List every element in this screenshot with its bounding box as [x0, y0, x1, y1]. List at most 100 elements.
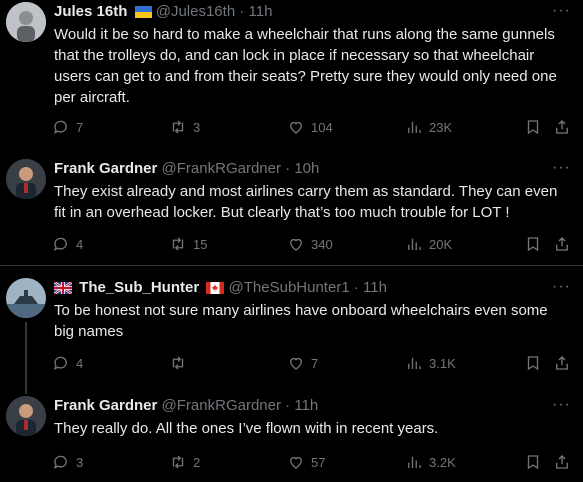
separator: · — [285, 160, 291, 177]
reply-count: 7 — [76, 119, 84, 135]
reply-icon — [53, 120, 67, 134]
reply-button[interactable]: 7 — [52, 117, 83, 137]
views-button[interactable]: 20K — [405, 234, 452, 254]
reply-icon — [53, 455, 67, 469]
share-icon — [556, 237, 568, 251]
retweet-icon — [172, 120, 184, 134]
display-name[interactable]: The_Sub_Hunter — [79, 279, 199, 296]
reply-count: 3 — [76, 454, 84, 470]
share-button[interactable] — [553, 353, 571, 373]
handle[interactable]: @Jules16th — [156, 3, 235, 20]
share-button[interactable] — [553, 234, 571, 254]
views-button[interactable]: 23K — [405, 117, 452, 137]
ukraine-flag-icon — [134, 4, 152, 24]
separator: · — [239, 3, 245, 20]
timestamp[interactable]: 10h — [294, 160, 319, 177]
views-count: 3.2K — [429, 454, 456, 470]
bookmark-button[interactable] — [524, 452, 542, 472]
more-options-button[interactable]: ··· — [552, 2, 571, 20]
like-count: 340 — [311, 236, 333, 252]
bookmark-button[interactable] — [524, 117, 542, 137]
tweet-text: Would it be so hard to make a wheelchair… — [54, 26, 557, 106]
retweet-count: 3 — [193, 119, 201, 135]
reply-button[interactable]: 4 — [52, 234, 83, 254]
reply-icon — [53, 237, 67, 251]
more-options-button[interactable]: ··· — [552, 159, 571, 177]
avatar[interactable] — [6, 159, 46, 199]
like-count: 7 — [311, 355, 319, 371]
retweet-count: 15 — [193, 236, 208, 252]
retweet-button[interactable]: 3 — [169, 117, 200, 137]
display-name[interactable]: Frank Gardner — [54, 160, 157, 177]
bookmark-icon — [527, 237, 539, 252]
like-icon — [290, 357, 302, 370]
canada-flag-icon — [206, 280, 225, 300]
separator: · — [353, 279, 359, 296]
avatar[interactable] — [6, 278, 46, 318]
handle[interactable]: @TheSubHunter1 — [229, 279, 350, 296]
handle[interactable]: @FrankRGardner — [162, 160, 281, 177]
bookmark-button[interactable] — [524, 353, 542, 373]
retweet-icon — [172, 237, 184, 251]
action-bar: 3 2 57 3.2K — [52, 452, 583, 472]
timestamp[interactable]: 11h — [294, 397, 318, 414]
views-button[interactable]: 3.2K — [405, 452, 456, 472]
action-bar: 4 15 340 20K — [52, 234, 583, 254]
views-icon — [408, 238, 421, 250]
like-icon — [290, 456, 302, 469]
avatar[interactable] — [6, 396, 46, 436]
separator: · — [285, 397, 291, 414]
reply-count: 4 — [76, 355, 84, 371]
display-name[interactable]: Jules 16th — [54, 3, 127, 20]
share-icon — [556, 455, 568, 469]
views-count: 23K — [429, 119, 453, 135]
like-button[interactable]: 7 — [287, 353, 318, 373]
views-icon — [408, 121, 421, 133]
like-icon — [290, 238, 302, 251]
like-count: 57 — [311, 454, 326, 470]
retweet-icon — [172, 356, 184, 370]
handle[interactable]: @FrankRGardner — [162, 397, 281, 414]
like-button[interactable]: 104 — [287, 117, 333, 137]
reply-icon — [53, 356, 67, 370]
like-button[interactable]: 57 — [287, 452, 325, 472]
share-button[interactable] — [553, 117, 571, 137]
tweet-1[interactable]: Jules 16th @Jules16th · 11h ··· Would it… — [0, 0, 583, 150]
bookmark-icon — [527, 356, 539, 371]
views-count: 3.1K — [429, 355, 456, 371]
tweet-text: They really do. All the ones I’ve flown … — [54, 420, 439, 437]
action-bar: 4 7 3.1K — [52, 353, 583, 373]
tweet-text: They exist already and most airlines car… — [54, 183, 558, 221]
bookmark-icon — [527, 120, 539, 135]
share-icon — [556, 356, 568, 370]
reply-count: 4 — [76, 236, 84, 252]
like-count: 104 — [311, 119, 333, 135]
thread-line — [25, 322, 27, 394]
tweet-3[interactable]: The_Sub_Hunter @TheSubHunter1 · 11h ··· … — [0, 266, 583, 394]
uk-flag-icon — [53, 280, 73, 300]
views-icon — [408, 456, 421, 468]
bookmark-button[interactable] — [524, 234, 542, 254]
more-options-button[interactable]: ··· — [552, 278, 571, 296]
retweet-button[interactable]: 15 — [169, 234, 207, 254]
display-name[interactable]: Frank Gardner — [54, 397, 157, 414]
retweet-button[interactable] — [169, 353, 193, 373]
reply-button[interactable]: 3 — [52, 452, 83, 472]
avatar[interactable] — [6, 2, 46, 42]
tweet-4[interactable]: Frank Gardner @FrankRGardner · 11h ··· T… — [0, 386, 583, 482]
like-icon — [290, 121, 302, 134]
share-button[interactable] — [553, 452, 571, 472]
timestamp[interactable]: 11h — [363, 279, 387, 296]
views-button[interactable]: 3.1K — [405, 353, 456, 373]
tweet-text: To be honest not sure many airlines have… — [54, 302, 548, 340]
action-bar: 7 3 104 23K — [52, 117, 583, 137]
reply-button[interactable]: 4 — [52, 353, 83, 373]
retweet-count: 2 — [193, 454, 201, 470]
tweet-2[interactable]: Frank Gardner @FrankRGardner · 10h ··· T… — [0, 150, 583, 265]
retweet-button[interactable]: 2 — [169, 452, 200, 472]
timestamp[interactable]: 11h — [249, 3, 273, 20]
more-options-button[interactable]: ··· — [552, 396, 571, 414]
like-button[interactable]: 340 — [287, 234, 333, 254]
views-icon — [408, 357, 421, 369]
bookmark-icon — [527, 455, 539, 470]
